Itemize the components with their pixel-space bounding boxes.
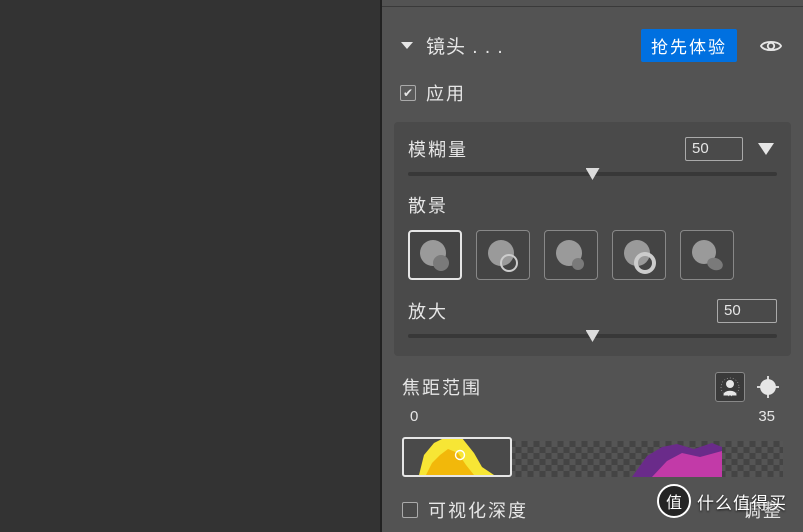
blur-value-input[interactable]: 50 — [685, 137, 743, 161]
blur-row: 模糊量 50 — [408, 136, 777, 162]
focus-range-labels: 0 35 — [402, 402, 783, 431]
apply-row: 应用 — [382, 80, 803, 122]
blur-slider[interactable] — [408, 172, 777, 176]
focus-max: 35 — [758, 408, 775, 425]
depth-label: 可视化深度 — [428, 497, 733, 523]
blur-slider-thumb[interactable] — [586, 168, 600, 180]
focus-histogram-rest[interactable] — [512, 441, 783, 477]
properties-panel: 镜头 . . . 抢先体验 应用 模糊量 50 散景 — [380, 0, 803, 532]
early-access-badge[interactable]: 抢先体验 — [641, 29, 737, 62]
focus-histogram[interactable] — [402, 433, 783, 477]
focus-histogram-selection[interactable] — [402, 437, 512, 477]
focus-section: 焦距范围 0 35 — [382, 356, 803, 477]
apply-checkbox[interactable] — [400, 85, 416, 101]
blur-dropdown-icon[interactable] — [755, 138, 777, 160]
zoom-label: 放大 — [408, 298, 705, 324]
bokeh-option-5[interactable] — [680, 230, 734, 280]
chevron-down-icon[interactable] — [400, 39, 414, 53]
depth-row: 可视化深度 调整 — [382, 477, 803, 523]
blur-label: 模糊量 — [408, 136, 673, 162]
apply-label: 应用 — [426, 80, 466, 106]
depth-checkbox[interactable] — [402, 502, 418, 518]
zoom-row: 放大 50 — [408, 298, 777, 324]
section-title: 镜头 . . . — [426, 32, 629, 59]
section-header: 镜头 . . . 抢先体验 — [382, 23, 803, 80]
blur-subpanel: 模糊量 50 散景 — [394, 122, 791, 356]
focus-label: 焦距范围 — [402, 374, 707, 400]
bokeh-option-2[interactable] — [476, 230, 530, 280]
zoom-slider[interactable] — [408, 334, 777, 338]
visibility-eye-icon[interactable] — [759, 34, 783, 58]
adjust-label[interactable]: 调整 — [743, 497, 783, 523]
zoom-slider-thumb[interactable] — [586, 330, 600, 342]
subject-select-icon[interactable] — [715, 372, 745, 402]
bokeh-options — [408, 230, 777, 280]
bokeh-label: 散景 — [408, 192, 777, 218]
bokeh-option-1[interactable] — [408, 230, 462, 280]
focus-min: 0 — [410, 408, 418, 425]
canvas-area[interactable] — [0, 0, 380, 532]
zoom-value-input[interactable]: 50 — [717, 299, 777, 323]
target-icon[interactable] — [753, 372, 783, 402]
focus-header: 焦距范围 — [402, 372, 783, 402]
bokeh-option-3[interactable] — [544, 230, 598, 280]
bokeh-option-4[interactable] — [612, 230, 666, 280]
divider — [382, 6, 803, 7]
